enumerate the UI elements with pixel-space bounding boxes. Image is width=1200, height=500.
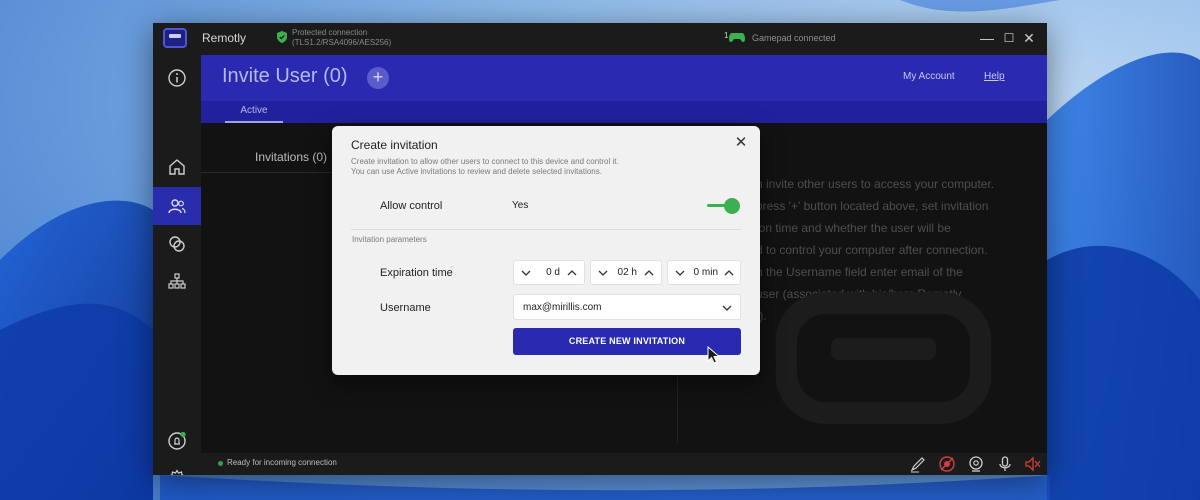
help-line: press '+' button located above, set invi… xyxy=(756,199,989,213)
record-icon[interactable] xyxy=(938,455,956,473)
speaker-muted-icon[interactable] xyxy=(1024,455,1042,473)
sidebar xyxy=(153,55,201,475)
close-window-button[interactable]: ✕ xyxy=(1021,29,1037,47)
username-label: Username xyxy=(380,302,431,314)
chevron-down-icon[interactable] xyxy=(597,267,609,279)
sidebar-item-notifications[interactable] xyxy=(153,422,201,460)
gear-icon xyxy=(170,469,184,475)
connection-status: Protected connection (TLS1.2/RSA4096/AES… xyxy=(292,28,391,48)
expiration-minutes-value: 0 min xyxy=(693,267,718,278)
help-line: ion time and whether the user will be xyxy=(756,221,951,235)
invitation-parameters-label: Invitation parameters xyxy=(352,235,427,244)
status-indicator-dot xyxy=(218,461,223,466)
expiration-days-value: 0 d xyxy=(546,267,560,278)
sidebar-item-users[interactable] xyxy=(153,187,201,225)
chevron-up-icon[interactable] xyxy=(643,267,655,279)
page-title: Invite User (0) xyxy=(222,65,348,87)
help-line: n the Username field enter email of the xyxy=(756,265,963,279)
invitations-list: Invitations (0) xyxy=(201,123,331,173)
my-account-link[interactable]: My Account xyxy=(903,71,955,82)
pen-icon[interactable] xyxy=(909,455,927,473)
section-divider xyxy=(351,229,741,230)
maximize-button[interactable]: ☐ xyxy=(1001,29,1017,47)
connection-status-line2: (TLS1.2/RSA4096/AES256) xyxy=(292,38,392,47)
network-icon xyxy=(168,273,186,289)
chevron-down-icon[interactable] xyxy=(674,267,686,279)
chevron-down-icon[interactable] xyxy=(520,267,532,279)
username-value: max@mirillis.com xyxy=(523,302,602,313)
toggle-knob xyxy=(724,198,740,214)
users-icon xyxy=(168,199,186,214)
chevron-up-icon[interactable] xyxy=(723,267,735,279)
sidebar-item-info[interactable] xyxy=(153,59,201,97)
dialog-close-button[interactable]: ✕ xyxy=(733,135,749,151)
shield-icon xyxy=(277,31,287,43)
connection-status-line1: Protected connection xyxy=(292,28,368,37)
sidebar-item-home[interactable] xyxy=(153,148,201,186)
expiration-minutes-stepper[interactable]: 0 min xyxy=(667,260,741,285)
sidebar-item-devices[interactable] xyxy=(153,225,201,263)
title-bar: Remotly Protected connection (TLS1.2/RSA… xyxy=(153,23,1047,55)
allow-control-value: Yes xyxy=(512,200,529,211)
expiration-days-stepper[interactable]: 0 d xyxy=(513,260,585,285)
gamepad-icon xyxy=(729,33,745,43)
status-text: Ready for incoming connection xyxy=(227,458,337,467)
help-link[interactable]: Help xyxy=(984,71,1005,82)
microphone-icon[interactable] xyxy=(996,455,1014,473)
remotly-logo-icon xyxy=(163,28,187,48)
dialog-description-line1: Create invitation to allow other users t… xyxy=(351,157,619,166)
page-header: Invite User (0) + My Account Help xyxy=(201,55,1047,101)
dialog-description-line2: You can use Active invitations to review… xyxy=(351,167,602,176)
tab-bar: Active xyxy=(201,101,1047,123)
sidebar-item-settings[interactable] xyxy=(153,460,201,475)
gamepad-count: 1 xyxy=(724,31,729,40)
mouse-cursor-icon xyxy=(707,346,721,364)
minimize-button[interactable]: — xyxy=(979,29,995,47)
create-invitation-dialog: Create invitation ✕ Create invitation to… xyxy=(332,126,760,375)
notification-icon xyxy=(168,431,186,450)
expiration-time-label: Expiration time xyxy=(380,267,453,279)
help-line: d to control your computer after connect… xyxy=(756,243,988,257)
allow-control-label: Allow control xyxy=(380,200,443,212)
tab-active[interactable]: Active xyxy=(225,101,283,123)
expiration-hours-stepper[interactable]: 02 h xyxy=(590,260,662,285)
invitations-count-label: Invitations (0) xyxy=(255,150,328,164)
help-line: n invite other users to access your comp… xyxy=(756,177,995,191)
allow-control-toggle[interactable] xyxy=(707,198,741,214)
expiration-hours-value: 02 h xyxy=(617,267,637,278)
add-invitation-button[interactable]: + xyxy=(367,67,389,89)
chevron-down-icon xyxy=(722,305,732,311)
gamepad-status: Gamepad connected xyxy=(752,33,836,43)
status-bar: Ready for incoming connection xyxy=(201,453,1047,475)
webcam-icon[interactable] xyxy=(967,455,985,473)
dialog-description: Create invitation to allow other users t… xyxy=(351,157,619,177)
devices-icon xyxy=(169,236,185,252)
username-select[interactable]: max@mirillis.com xyxy=(513,294,741,320)
remotly-watermark-icon xyxy=(776,292,991,424)
dialog-title: Create invitation xyxy=(351,138,438,152)
sidebar-item-network[interactable] xyxy=(153,262,201,300)
home-icon xyxy=(169,159,185,175)
info-icon xyxy=(168,69,186,87)
app-name: Remotly xyxy=(202,31,247,45)
chevron-up-icon[interactable] xyxy=(566,267,578,279)
